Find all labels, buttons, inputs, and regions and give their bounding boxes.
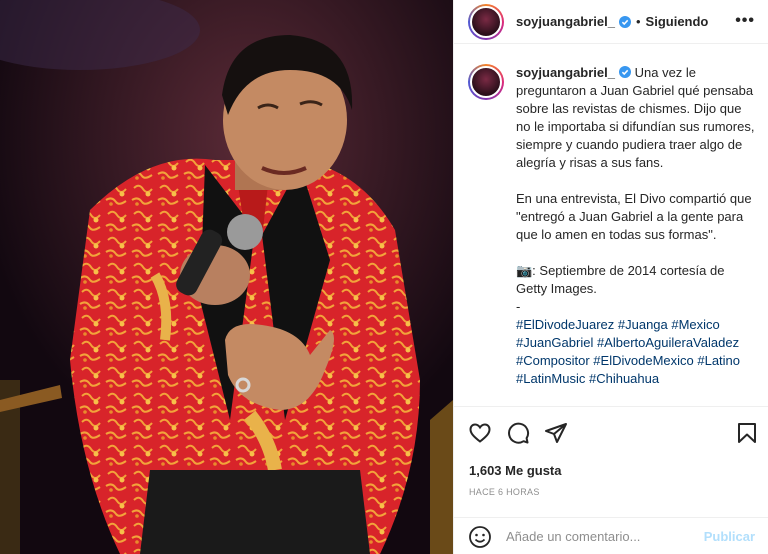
publish-button[interactable]: Publicar [704,529,755,544]
post-actions: 1,603 Me gusta HACE 6 HORAS Publicar [454,406,768,554]
verified-badge-icon [618,15,631,28]
caption-verified-icon [618,66,631,78]
emoji-icon[interactable] [468,525,492,549]
action-icons [468,421,568,445]
post-photo[interactable] [0,0,453,554]
caption-body: Una vez le preguntaron a Juan Gabriel qu… [516,65,755,314]
likes-count[interactable]: 1,603 Me gusta [469,463,562,478]
more-options-icon[interactable]: ••• [735,12,755,30]
caption-avatar[interactable] [468,64,504,100]
post-header: soyjuangabriel_ • Siguiendo ••• [454,0,768,44]
share-icon[interactable] [544,421,568,445]
caption-text: soyjuangabriel_ Una vez le preguntaron a… [516,64,755,406]
bookmark-icon[interactable] [735,421,759,445]
caption-hashtags[interactable]: #ElDivodeJuarez #Juanga #Mexico #JuanGab… [516,317,744,386]
post-side-panel: soyjuangabriel_ • Siguiendo ••• soyjuang… [453,0,768,554]
comment-input[interactable] [506,529,696,544]
avatar[interactable] [468,3,504,40]
caption-avatar-image [470,66,502,98]
caption-username[interactable]: soyjuangabriel_ [516,65,615,80]
caption-section: soyjuangabriel_ Una vez le preguntaron a… [454,54,768,406]
username-link[interactable]: soyjuangabriel_ [516,14,615,29]
header-separator: • [635,14,641,29]
comment-icon[interactable] [506,421,530,445]
post-photo-illustration [0,0,453,554]
following-button[interactable]: Siguiendo [646,14,709,29]
post-timestamp[interactable]: HACE 6 HORAS [469,487,540,497]
avatar-image [470,5,502,38]
comment-box: Publicar [454,517,768,554]
heart-icon[interactable] [468,421,492,445]
